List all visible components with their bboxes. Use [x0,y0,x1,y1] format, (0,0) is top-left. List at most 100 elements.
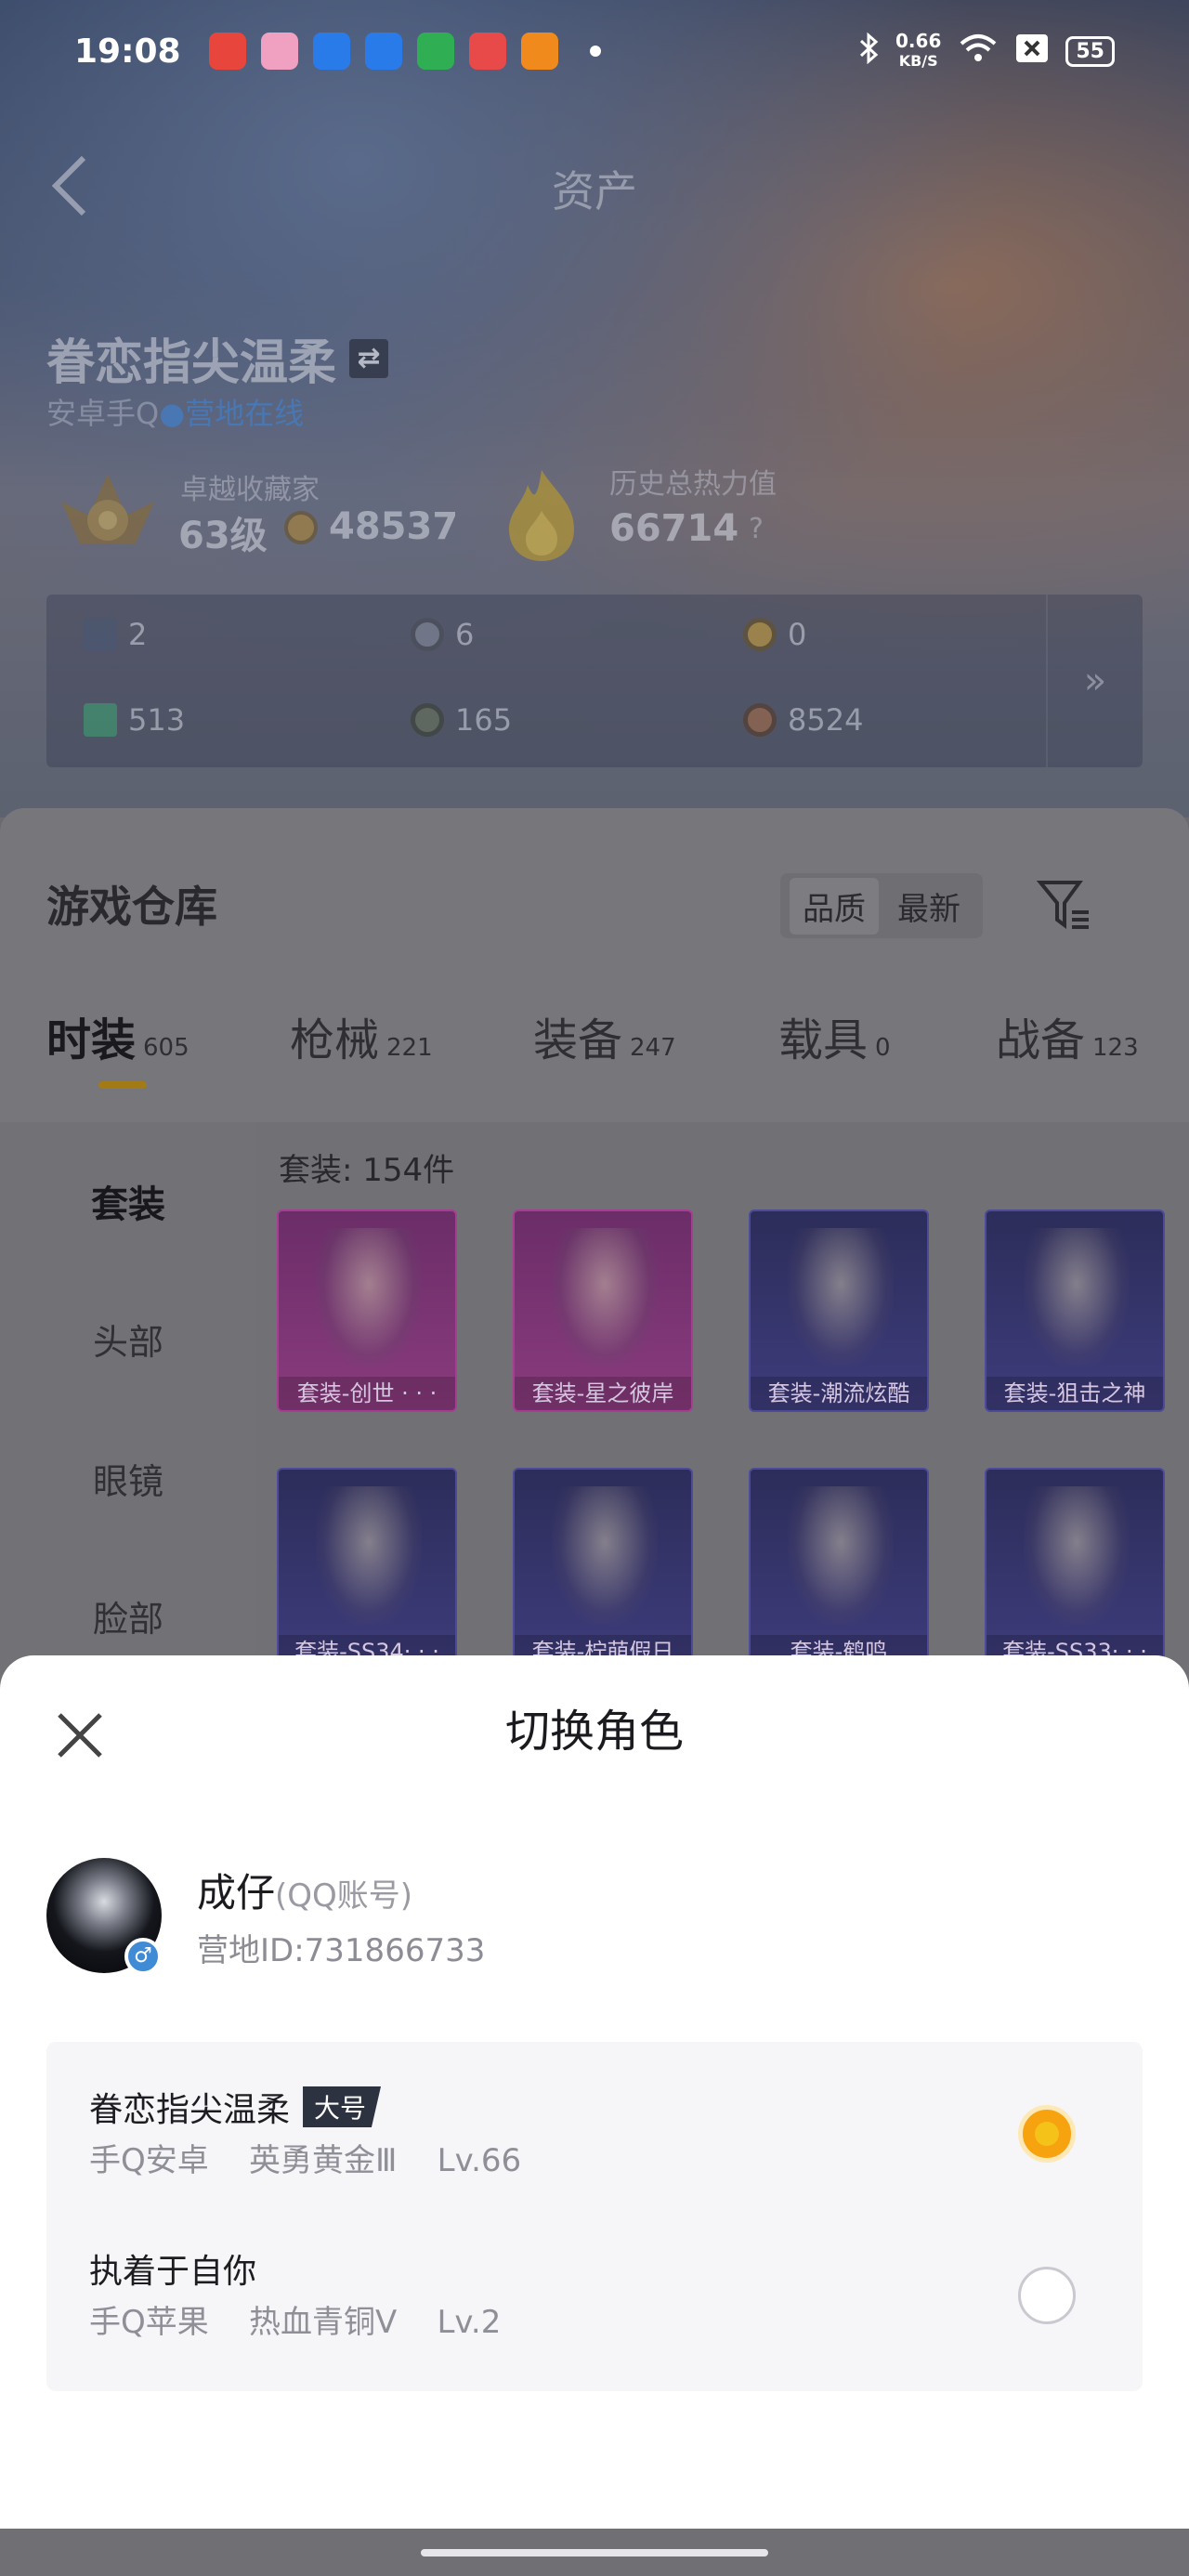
currency-item: 165 [411,702,512,738]
bluetooth-icon [858,32,879,71]
sort-latest[interactable]: 最新 [884,878,973,935]
item-label: 套装-星之彼岸 [515,1377,691,1410]
heat-label: 历史总热力值 [609,468,777,501]
item-card[interactable]: 套装-柠萌假日 [513,1468,693,1670]
player-name-row: 眷恋指尖温柔 ⇄ [46,323,389,393]
item-card[interactable]: 套装-SS33· · · [985,1468,1165,1670]
tab-label: 战备 [996,1014,1086,1066]
item-image [1024,1228,1130,1367]
category-glasses[interactable]: 眼镜 [0,1453,256,1504]
battery-indicator: 55 [1065,35,1115,67]
sort-quality[interactable]: 品质 [790,877,879,935]
tab-count: 247 [630,1034,676,1062]
category-face[interactable]: 脸部 [0,1590,256,1641]
system-navigation-bar [0,2529,1189,2576]
currency-item: 0 [743,617,806,652]
item-label: 套装-潮流炫酷 [751,1377,927,1410]
role-name: 眷恋指尖温柔 [89,2091,291,2129]
tab-firearms[interactable]: 枪械 221 [290,1003,433,1068]
wechat-icon [416,33,454,70]
item-card[interactable]: 套装-潮流炫酷 [749,1210,929,1412]
account-name-row: 成仔(QQ账号) [197,1862,412,1918]
category-suit[interactable]: 套装 [0,1174,256,1228]
coin-gold-icon [743,618,777,651]
filter-icon[interactable] [1036,877,1092,933]
tab-label: 载具 [778,1014,869,1066]
item-image [316,1486,422,1626]
currency-value: 2 [128,617,148,652]
currency-panel[interactable]: 2 6 0 513 165 8524 » [46,595,1143,767]
status-time: 19:08 [74,32,181,71]
role-meta: 手Q安卓 英勇黄金Ⅲ Lv.66 [89,2142,522,2179]
online-status: 营地在线 [185,396,305,431]
currency-value: 0 [788,617,807,652]
collector-label: 卓越收藏家 [180,474,320,506]
role-name-row: 眷恋指尖温柔 大号 [89,2083,382,2131]
tab-fashion[interactable]: 时装 605 [46,1003,189,1068]
item-image [552,1228,658,1367]
currency-value: 6 [455,617,475,652]
role-radio-selected[interactable] [1018,2105,1076,2163]
currency-item: 513 [84,702,185,738]
top-navigation: 资产 [0,139,1189,232]
role-item[interactable]: 眷恋指尖温柔 大号 手Q安卓 英勇黄金Ⅲ Lv.66 [46,2042,1143,2200]
item-image [316,1228,422,1367]
network-speed: 0.66 KB/S [895,32,941,71]
tab-count: 123 [1092,1034,1139,1062]
wifi-icon [958,33,999,71]
warehouse-tabs: 时装 605 枪械 221 装备 247 载具 0 战备 123 [0,1003,1189,1105]
home-indicator[interactable] [421,2549,768,2556]
coin-dark-icon [411,703,444,737]
tab-vehicles[interactable]: 载具 0 [778,1003,891,1068]
currency-value: 8524 [788,702,864,738]
item-image [788,1486,894,1626]
tab-count: 605 [143,1034,189,1062]
currency-value: 165 [455,702,513,738]
tab-label: 装备 [533,1014,623,1066]
suit-count: 套装: 154件 [279,1152,455,1189]
tab-label: 时装 [46,1014,137,1066]
category-head[interactable]: 头部 [0,1314,256,1365]
collector-points-icon [284,511,318,544]
item-card[interactable]: 套装-星之彼岸 [513,1210,693,1412]
item-image [1024,1486,1130,1626]
camp-id: 营地ID:731866733 [197,1932,486,1969]
app-notification-icon [312,33,350,70]
account-name: 成仔 [197,1870,276,1916]
item-image [552,1486,658,1626]
role-name: 执着于自你 [89,2253,257,2291]
help-mark[interactable]: ? [749,513,764,545]
item-card[interactable]: 套装-创世 · · · [277,1210,457,1412]
role-meta: 手Q苹果 热血青铜Ⅴ Lv.2 [89,2304,502,2341]
app-notification-icon [364,33,402,70]
net-speed-unit: KB/S [898,52,938,70]
tab-equipment[interactable]: 装备 247 [533,1003,676,1068]
switch-role-sheet: 切换角色 ♂ 成仔(QQ账号) 营地ID:731866733 眷恋指尖温柔 大号… [0,1655,1189,2529]
page-title: 资产 [552,166,637,216]
sim-off-icon [1015,33,1049,70]
item-card[interactable]: 套装-鹤鸣 [749,1468,929,1670]
collector-medal-icon [52,464,163,567]
app-notification-icon [260,33,298,70]
status-indicators: 0.66 KB/S 55 [858,32,1115,71]
double-chevron-right-icon[interactable]: » [1046,595,1143,767]
sheet-title: 切换角色 [504,1706,684,1758]
coin-bronze-icon [743,703,777,737]
more-notifications-dot [589,46,601,57]
app-notification-icon [208,33,246,70]
item-image [788,1228,894,1367]
card-green-icon [84,703,117,737]
role-list: 眷恋指尖温柔 大号 手Q安卓 英勇黄金Ⅲ Lv.66 执着于自你 手Q苹果 热血… [46,2042,1143,2391]
account-type: (QQ账号) [275,1877,413,1915]
player-platform-row: 安卓手Q●营地在线 [46,396,305,431]
role-item[interactable]: 执着于自你 手Q苹果 热血青铜Ⅴ Lv.2 [46,2203,1143,2361]
role-radio[interactable] [1018,2267,1076,2324]
item-card[interactable]: 套装-狙击之神 [985,1210,1165,1412]
tab-count: 0 [875,1034,891,1062]
tab-combat-gear[interactable]: 战备 123 [996,1003,1139,1068]
main-account-badge: 大号 [303,2086,382,2127]
sort-segment: 品质 最新 [780,873,983,938]
item-card[interactable]: 套装-SS34· · · [277,1468,457,1670]
switch-role-icon[interactable]: ⇄ [349,338,389,378]
flame-icon [500,464,583,567]
